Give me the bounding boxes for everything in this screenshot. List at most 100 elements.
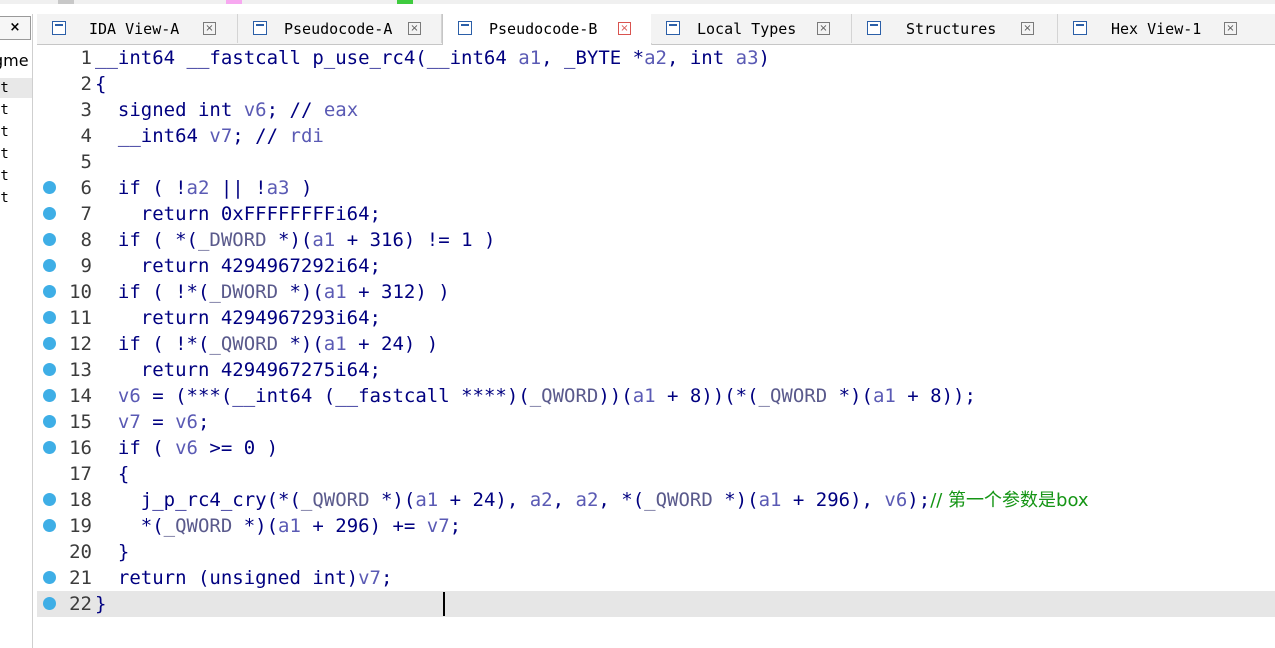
tab-pseudocode-a[interactable]: Pseudocode-A × bbox=[238, 14, 442, 43]
code-text[interactable]: signed int v6; // eax bbox=[95, 97, 358, 123]
breakpoint-dot-icon[interactable] bbox=[43, 207, 56, 220]
breakpoint-dot-icon[interactable] bbox=[43, 311, 56, 324]
code-text[interactable]: return 4294967293i64; bbox=[95, 305, 381, 331]
breakpoint-dot-icon[interactable] bbox=[43, 441, 56, 454]
color-swatch bbox=[58, 0, 74, 4]
line-number: 2 bbox=[80, 73, 92, 95]
tab-label: Hex View-1 bbox=[1111, 20, 1202, 38]
panel-close-button[interactable]: × bbox=[0, 16, 31, 40]
code-line[interactable]: 17 { bbox=[37, 461, 1275, 487]
code-line[interactable]: 20 } bbox=[37, 539, 1275, 565]
code-text[interactable]: if ( !a2 || !a3 ) bbox=[95, 175, 313, 201]
code-line[interactable]: 4 __int64 v7; // rdi bbox=[37, 123, 1275, 149]
code-text[interactable]: if ( !*(_DWORD *)(a1 + 312) ) bbox=[95, 279, 450, 305]
code-line[interactable]: 13 return 4294967275i64; bbox=[37, 357, 1275, 383]
structures-icon bbox=[867, 21, 881, 35]
tab-close-icon[interactable]: × bbox=[817, 22, 830, 35]
line-number: 22 bbox=[69, 593, 92, 615]
tab-structures[interactable]: Structures × bbox=[852, 14, 1058, 43]
breakpoint-dot-icon[interactable] bbox=[43, 389, 56, 402]
segment-row[interactable]: xt bbox=[0, 188, 32, 208]
code-line[interactable]: 1 __int64 __fastcall p_use_rc4(__int64 a… bbox=[37, 45, 1275, 71]
code-text[interactable]: return (unsigned int)v7; bbox=[95, 565, 393, 591]
pseudocode-editor[interactable]: 1 __int64 __fastcall p_use_rc4(__int64 a… bbox=[37, 45, 1275, 648]
segment-row[interactable]: xt bbox=[0, 122, 32, 142]
tab-hex-view-1[interactable]: Hex View-1 × bbox=[1058, 14, 1275, 43]
breakpoint-dot-icon[interactable] bbox=[43, 259, 56, 272]
code-line[interactable]: 3 signed int v6; // eax bbox=[37, 97, 1275, 123]
code-text[interactable]: j_p_rc4_cry(*(_QWORD *)(a1 + 24), a2, a2… bbox=[95, 487, 1089, 513]
line-number: 1 bbox=[80, 47, 92, 69]
code-text[interactable]: v6 = (***(__int64 (__fastcall ****)(_QWO… bbox=[95, 383, 976, 409]
code-text[interactable]: } bbox=[95, 539, 129, 565]
breakpoint-dot-icon[interactable] bbox=[43, 181, 56, 194]
tab-label: Pseudocode-B bbox=[489, 20, 598, 38]
breakpoint-dot-icon[interactable] bbox=[43, 519, 56, 532]
line-number: 18 bbox=[69, 489, 92, 511]
line-number: 3 bbox=[80, 99, 92, 121]
code-line[interactable]: 11 return 4294967293i64; bbox=[37, 305, 1275, 331]
code-line-current[interactable]: 22 } bbox=[37, 591, 1275, 617]
code-text[interactable]: *(_QWORD *)(a1 + 296) += v7; bbox=[95, 513, 461, 539]
code-line[interactable]: 21 return (unsigned int)v7; bbox=[37, 565, 1275, 591]
code-line[interactable]: 12 if ( !*(_QWORD *)(a1 + 24) ) bbox=[37, 331, 1275, 357]
line-number: 17 bbox=[69, 463, 92, 485]
code-line[interactable]: 9 return 4294967292i64; bbox=[37, 253, 1275, 279]
tab-close-icon[interactable]: × bbox=[618, 22, 631, 35]
code-line[interactable]: 15 v7 = v6; bbox=[37, 409, 1275, 435]
segments-panel: × gme xt xt xt xt xt xt bbox=[0, 14, 33, 648]
code-text[interactable]: v7 = v6; bbox=[95, 409, 210, 435]
line-number: 10 bbox=[69, 281, 92, 303]
tab-label: IDA View-A bbox=[89, 20, 180, 38]
segments-header[interactable]: gme bbox=[0, 50, 32, 72]
code-text[interactable]: return 4294967275i64; bbox=[95, 357, 381, 383]
breakpoint-dot-icon[interactable] bbox=[43, 363, 56, 376]
code-line[interactable]: 2 { bbox=[37, 71, 1275, 97]
code-text[interactable]: __int64 __fastcall p_use_rc4(__int64 a1,… bbox=[95, 45, 770, 71]
code-line[interactable]: 19 *(_QWORD *)(a1 + 296) += v7; bbox=[37, 513, 1275, 539]
code-line[interactable]: 10 if ( !*(_DWORD *)(a1 + 312) ) bbox=[37, 279, 1275, 305]
code-line[interactable]: 8 if ( *(_DWORD *)(a1 + 316) != 1 ) bbox=[37, 227, 1275, 253]
segment-row[interactable]: xt bbox=[0, 166, 32, 186]
code-line[interactable]: 14 v6 = (***(__int64 (__fastcall ****)(_… bbox=[37, 383, 1275, 409]
tab-close-icon[interactable]: × bbox=[203, 22, 216, 35]
breakpoint-dot-icon[interactable] bbox=[43, 571, 56, 584]
code-text[interactable]: return 0xFFFFFFFFi64; bbox=[95, 201, 381, 227]
code-text[interactable]: __int64 v7; // rdi bbox=[95, 123, 324, 149]
segment-row[interactable]: xt bbox=[0, 100, 32, 120]
line-number: 6 bbox=[80, 177, 92, 199]
code-text[interactable]: if ( v6 >= 0 ) bbox=[95, 435, 278, 461]
tab-close-icon[interactable]: × bbox=[1224, 22, 1237, 35]
local-types-icon bbox=[666, 21, 680, 35]
code-text[interactable]: if ( *(_DWORD *)(a1 + 316) != 1 ) bbox=[95, 227, 496, 253]
segment-row[interactable]: xt bbox=[0, 144, 32, 164]
code-line[interactable]: 6 if ( !a2 || !a3 ) bbox=[37, 175, 1275, 201]
tab-pseudocode-b[interactable]: Pseudocode-B × bbox=[442, 14, 652, 45]
line-number: 7 bbox=[80, 203, 92, 225]
breakpoint-dot-icon[interactable] bbox=[43, 233, 56, 246]
line-number: 19 bbox=[69, 515, 92, 537]
code-text[interactable]: { bbox=[95, 461, 129, 487]
tab-ida-view-a[interactable]: IDA View-A × bbox=[37, 14, 238, 43]
line-number: 5 bbox=[80, 151, 92, 173]
code-text[interactable]: } bbox=[95, 591, 106, 617]
breakpoint-dot-icon[interactable] bbox=[43, 597, 56, 610]
tab-close-icon[interactable]: × bbox=[408, 22, 421, 35]
code-line[interactable]: 7 return 0xFFFFFFFFi64; bbox=[37, 201, 1275, 227]
code-line[interactable]: 18 j_p_rc4_cry(*(_QWORD *)(a1 + 24), a2,… bbox=[37, 487, 1275, 513]
code-text[interactable]: { bbox=[95, 71, 106, 97]
line-number: 13 bbox=[69, 359, 92, 381]
tab-local-types[interactable]: Local Types × bbox=[651, 14, 852, 43]
code-text[interactable]: if ( !*(_QWORD *)(a1 + 24) ) bbox=[95, 331, 438, 357]
code-line[interactable]: 16 if ( v6 >= 0 ) bbox=[37, 435, 1275, 461]
breakpoint-dot-icon[interactable] bbox=[43, 337, 56, 350]
segment-row[interactable]: xt bbox=[0, 78, 32, 98]
code-text[interactable]: return 4294967292i64; bbox=[95, 253, 381, 279]
breakpoint-dot-icon[interactable] bbox=[43, 415, 56, 428]
top-color-strip bbox=[0, 0, 1275, 4]
line-number: 21 bbox=[69, 567, 92, 589]
breakpoint-dot-icon[interactable] bbox=[43, 285, 56, 298]
tab-close-icon[interactable]: × bbox=[1021, 22, 1034, 35]
code-line[interactable]: 5 bbox=[37, 149, 1275, 175]
breakpoint-dot-icon[interactable] bbox=[43, 493, 56, 506]
